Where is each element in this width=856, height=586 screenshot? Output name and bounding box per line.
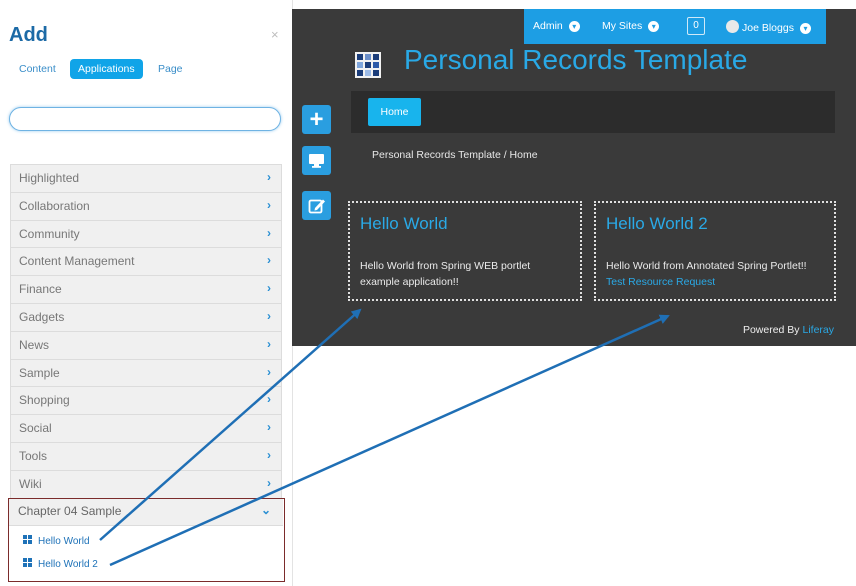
site-logo[interactable]: [355, 52, 381, 78]
category-finance[interactable]: Finance ›: [10, 276, 282, 304]
chevron-right-icon: ›: [267, 447, 271, 462]
category-label: Wiki: [19, 476, 42, 491]
chevron-right-icon: ›: [267, 281, 271, 296]
category-label: Content Management: [19, 254, 135, 269]
category-gadgets[interactable]: Gadgets ›: [10, 303, 282, 332]
grid-icon: [23, 558, 33, 568]
category-news[interactable]: News ›: [10, 331, 282, 360]
chevron-right-icon: ›: [267, 336, 271, 351]
chevron-right-icon: ›: [267, 253, 271, 268]
portlet-body: Hello World from Spring WEB portlet exam…: [360, 260, 531, 288]
search-input[interactable]: [9, 107, 281, 131]
category-label: Shopping: [19, 393, 70, 408]
category-label: Collaboration: [19, 198, 90, 213]
app-label: Hello World 2: [38, 559, 98, 570]
category-label: Chapter 04 Sample: [18, 504, 122, 518]
close-icon[interactable]: ×: [271, 27, 279, 42]
category-content-management[interactable]: Content Management ›: [10, 248, 282, 277]
category-wiki[interactable]: Wiki ›: [10, 470, 282, 499]
dockbar: Admin ▾ My Sites ▾ 0 Joe Bloggs ▾: [524, 9, 826, 44]
category-label: Gadgets: [19, 309, 65, 324]
tab-content[interactable]: Content: [11, 59, 64, 79]
chevron-down-icon: ⌄: [260, 503, 271, 517]
portlet-body: Hello World from Annotated Spring Portle…: [606, 260, 807, 272]
portlet-title: Hello World: [360, 214, 448, 233]
app-hello-world[interactable]: Hello World: [23, 535, 90, 547]
category-highlighted[interactable]: Highlighted ›: [10, 164, 282, 193]
category-shopping[interactable]: Shopping ›: [10, 387, 282, 416]
navigation-bar: Home: [351, 91, 835, 133]
category-chapter-04-sample[interactable]: Chapter 04 Sample ⌄: [9, 499, 283, 526]
category-label: Highlighted: [19, 171, 80, 185]
add-button[interactable]: +: [302, 105, 331, 134]
tab-applications[interactable]: Applications: [70, 59, 143, 79]
app-label: Hello World: [38, 536, 90, 547]
panel-title: Add: [9, 24, 48, 46]
category-list: Highlighted › Collaboration › Community › C…: [10, 164, 282, 499]
portlet-hello-world: Hello World Hello World from Spring WEB …: [348, 201, 582, 301]
user-name: Joe Bloggs: [742, 22, 794, 34]
category-sample[interactable]: Sample ›: [10, 359, 282, 388]
edit-button[interactable]: [302, 191, 331, 220]
test-resource-request-link[interactable]: Test Resource Request: [606, 274, 807, 290]
footer: Powered By Liferay: [743, 324, 834, 336]
site-title: Personal Records Template: [404, 44, 748, 75]
chevron-right-icon: ›: [267, 392, 271, 407]
portlet-hello-world-2: Hello World 2 Hello World from Annotated…: [594, 201, 836, 301]
avatar: [726, 20, 739, 33]
add-panel: Add × Content Applications Page Highligh…: [0, 0, 293, 586]
chevron-right-icon: ›: [267, 420, 271, 435]
notification-count[interactable]: 0: [687, 17, 705, 35]
portlet-title: Hello World 2: [606, 214, 708, 233]
powered-by-text: Powered By: [742, 324, 800, 336]
edit-icon: [308, 199, 325, 214]
liferay-link[interactable]: Liferay: [802, 324, 834, 336]
chevron-right-icon: ›: [267, 225, 271, 240]
monitor-icon: [309, 154, 324, 168]
nav-home[interactable]: Home: [368, 98, 421, 126]
chevron-right-icon: ›: [267, 197, 271, 212]
chevron-right-icon: ›: [267, 170, 271, 184]
chevron-down-icon: ▾: [648, 21, 660, 32]
portlet-body-wrap: Hello World from Annotated Spring Portle…: [606, 258, 807, 290]
category-collaboration[interactable]: Collaboration ›: [10, 192, 282, 221]
category-community[interactable]: Community ›: [10, 220, 282, 249]
category-label: Sample: [19, 365, 60, 380]
category-label: Community: [19, 226, 80, 241]
admin-label: Admin: [533, 20, 563, 32]
chevron-right-icon: ›: [267, 308, 271, 323]
category-label: Social: [19, 421, 52, 436]
tab-page[interactable]: Page: [150, 59, 191, 79]
breadcrumb: Personal Records Template / Home: [372, 149, 538, 161]
chevron-right-icon: ›: [267, 364, 271, 379]
category-tools[interactable]: Tools ›: [10, 442, 282, 471]
category-label: Tools: [19, 448, 48, 463]
chevron-down-icon: ▾: [568, 21, 580, 32]
expanded-category: Chapter 04 Sample ⌄ Hello World Hello Wo…: [8, 498, 285, 582]
category-label: News: [19, 337, 50, 352]
chevron-down-icon: ▾: [799, 23, 811, 34]
category-label: Finance: [19, 282, 62, 297]
preview-button[interactable]: [302, 146, 331, 175]
my-sites-menu[interactable]: My Sites ▾: [602, 20, 660, 32]
admin-menu[interactable]: Admin ▾: [533, 20, 580, 32]
grid-icon: [23, 535, 33, 545]
user-menu[interactable]: Joe Bloggs ▾: [726, 20, 811, 34]
portal-page: Admin ▾ My Sites ▾ 0 Joe Bloggs ▾ Personal …: [292, 9, 856, 346]
category-social[interactable]: Social ›: [10, 415, 282, 443]
my-sites-label: My Sites: [602, 20, 643, 32]
chevron-right-icon: ›: [267, 475, 271, 490]
app-hello-world-2[interactable]: Hello World 2: [23, 558, 98, 570]
